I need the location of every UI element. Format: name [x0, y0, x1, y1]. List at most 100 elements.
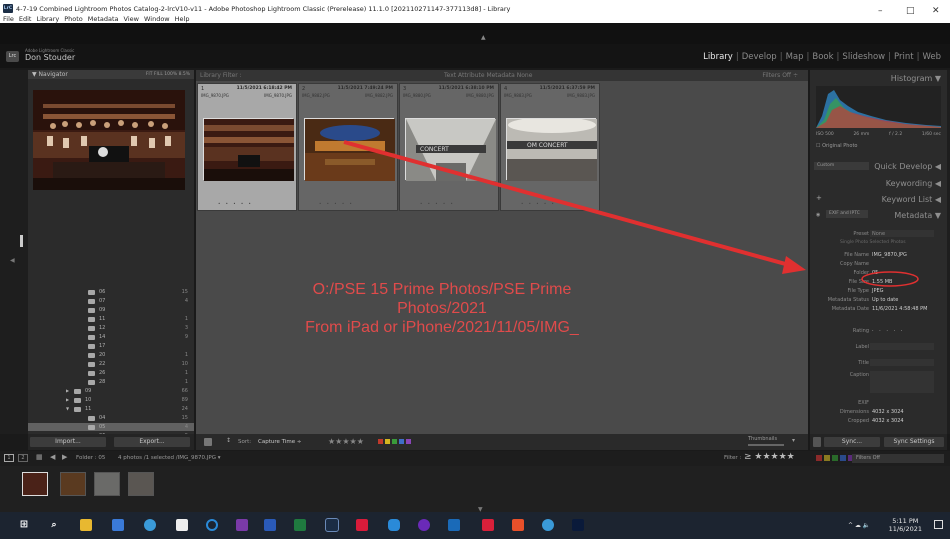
- notification-icon[interactable]: [934, 520, 943, 529]
- purple-label-swatch[interactable]: [406, 439, 411, 444]
- filmstrip-rating-filter[interactable]: ≥ ★★★★★: [744, 452, 795, 462]
- eye-icon[interactable]: ◉: [816, 212, 820, 218]
- navigator-header[interactable]: ▼ Navigator FIT FILL 100% 8.5%: [28, 70, 194, 79]
- minimize-button[interactable]: –: [878, 6, 883, 16]
- kindle-icon[interactable]: [482, 519, 494, 531]
- close-button[interactable]: ✕: [932, 6, 940, 16]
- filmstrip-filters-dropdown[interactable]: Filters Off: [852, 454, 944, 463]
- zoom-options[interactable]: FIT FILL 100% 8.5%: [146, 70, 190, 79]
- sync-settings-button[interactable]: Sync Settings: [884, 437, 944, 447]
- system-clock[interactable]: 5:11 PM 11/6/2021: [889, 517, 922, 533]
- collapse-top-panel-icon[interactable]: ▲: [481, 34, 486, 41]
- maximize-button[interactable]: □: [906, 6, 915, 16]
- histogram-header[interactable]: Histogram ▼: [891, 74, 941, 83]
- folder-row[interactable]: ▶ 09 66: [28, 387, 194, 395]
- thumbnail-size-slider[interactable]: [748, 444, 784, 446]
- blue-filter-swatch[interactable]: [840, 455, 846, 461]
- module-book[interactable]: Book: [809, 52, 836, 62]
- sort-dropdown[interactable]: Capture Time ÷: [258, 439, 301, 445]
- metadata-value[interactable]: JPEG: [872, 287, 884, 295]
- outlook-icon[interactable]: [448, 519, 460, 531]
- folder-row[interactable]: 20 1: [28, 351, 194, 359]
- module-print[interactable]: Print: [891, 52, 917, 62]
- system-tray-icons[interactable]: ^ ☁ 🔈: [848, 522, 870, 529]
- red-filter-swatch[interactable]: [816, 455, 822, 461]
- rating-filter-stars[interactable]: ★★★★★: [328, 437, 364, 446]
- green-label-swatch[interactable]: [392, 439, 397, 444]
- menu-view[interactable]: View: [124, 15, 139, 23]
- sync-button[interactable]: Sync...: [824, 437, 880, 447]
- excel-icon[interactable]: [294, 519, 306, 531]
- lightroom-classic-icon[interactable]: [325, 518, 339, 532]
- menu-window[interactable]: Window: [144, 15, 170, 23]
- lr-app-icon[interactable]: [112, 519, 124, 531]
- onenote-icon[interactable]: [236, 519, 248, 531]
- disclosure-triangle-icon[interactable]: ▶: [66, 396, 69, 404]
- custom-preset-dropdown[interactable]: Custom: [814, 162, 869, 170]
- folder-row[interactable]: ▶ 10 89: [28, 396, 194, 404]
- filmstrip-thumb[interactable]: [60, 472, 86, 496]
- label-field[interactable]: [870, 343, 934, 350]
- folder-row[interactable]: 22 10: [28, 360, 194, 368]
- yellow-filter-swatch[interactable]: [824, 455, 830, 461]
- folder-row[interactable]: 14 9: [28, 333, 194, 341]
- folder-row[interactable]: 05 4: [28, 423, 194, 431]
- blue-label-swatch[interactable]: [399, 439, 404, 444]
- export-button[interactable]: Export...: [114, 437, 190, 447]
- folder-row[interactable]: 17: [28, 342, 194, 350]
- search-icon[interactable]: ⌕: [48, 519, 60, 531]
- menu-edit[interactable]: Edit: [19, 15, 32, 23]
- forward-arrow-icon[interactable]: ▶: [62, 453, 67, 461]
- rating-value[interactable]: · · · · ·: [872, 327, 904, 335]
- navigator-preview[interactable]: [33, 90, 185, 190]
- menu-photo[interactable]: Photo: [64, 15, 83, 23]
- add-keyword-icon[interactable]: +: [816, 194, 822, 202]
- module-web[interactable]: Web: [919, 52, 944, 62]
- disclosure-triangle-icon[interactable]: ▼: [66, 405, 69, 413]
- menu-help[interactable]: Help: [175, 15, 190, 23]
- cortana-icon[interactable]: [206, 519, 218, 531]
- folder-row[interactable]: 11 1: [28, 315, 194, 323]
- filmstrip-thumb[interactable]: [94, 472, 120, 496]
- folder-row[interactable]: 12 3: [28, 324, 194, 332]
- back-arrow-icon[interactable]: ◀: [50, 453, 55, 461]
- word-icon[interactable]: [264, 519, 276, 531]
- module-library[interactable]: Library: [700, 52, 736, 62]
- filmstrip-thumb[interactable]: [22, 472, 48, 496]
- metadata-value[interactable]: IMG_9870.JPG: [872, 251, 907, 259]
- panel-collapse-handle[interactable]: [20, 235, 23, 247]
- metadata-header[interactable]: Metadata ▼: [894, 211, 941, 220]
- menu-metadata[interactable]: Metadata: [88, 15, 119, 23]
- green-filter-swatch[interactable]: [832, 455, 838, 461]
- sort-direction-icon[interactable]: ↕: [226, 437, 231, 444]
- yellow-label-swatch[interactable]: [385, 439, 390, 444]
- grid-view-icon[interactable]: ▦: [36, 453, 43, 461]
- keywording-header[interactable]: Keywording ◀: [886, 179, 941, 188]
- module-slideshow[interactable]: Slideshow: [839, 52, 888, 62]
- original-photo-checkbox[interactable]: ☐ Original Photo: [816, 143, 858, 149]
- module-develop[interactable]: Develop: [739, 52, 780, 62]
- metadata-value[interactable]: 11/6/2021 4:58:48 PM: [872, 305, 927, 313]
- toolbar-menu-icon[interactable]: ▾: [792, 437, 795, 444]
- quick-develop-header[interactable]: Quick Develop ◀: [874, 162, 941, 171]
- disclosure-triangle-icon[interactable]: ▶: [66, 387, 69, 395]
- folder-row[interactable]: 09: [28, 306, 194, 314]
- keyword-list-header[interactable]: Keyword List ◀: [882, 195, 941, 204]
- slides-icon[interactable]: [512, 519, 524, 531]
- module-map[interactable]: Map: [783, 52, 807, 62]
- metadata-preset-dropdown[interactable]: EXIF and IPTC: [826, 210, 868, 218]
- file-explorer-icon[interactable]: [80, 519, 92, 531]
- tor-browser-icon[interactable]: [418, 519, 430, 531]
- quicken-icon[interactable]: [356, 519, 368, 531]
- photoshop-icon[interactable]: [572, 519, 584, 531]
- metadata-value[interactable]: Up to date: [872, 296, 898, 304]
- collapse-left-panel-icon[interactable]: ◀: [10, 257, 15, 264]
- auto-sync-switch[interactable]: [813, 437, 821, 447]
- secondary-window-button[interactable]: 2: [18, 454, 28, 462]
- music-icon[interactable]: [542, 519, 554, 531]
- store-icon[interactable]: [176, 519, 188, 531]
- folder-row[interactable]: 07 4: [28, 297, 194, 305]
- preset-tabs[interactable]: Single Photo Selected Photos: [840, 240, 906, 245]
- folder-row[interactable]: 28 1: [28, 378, 194, 386]
- menu-file[interactable]: File: [3, 15, 14, 23]
